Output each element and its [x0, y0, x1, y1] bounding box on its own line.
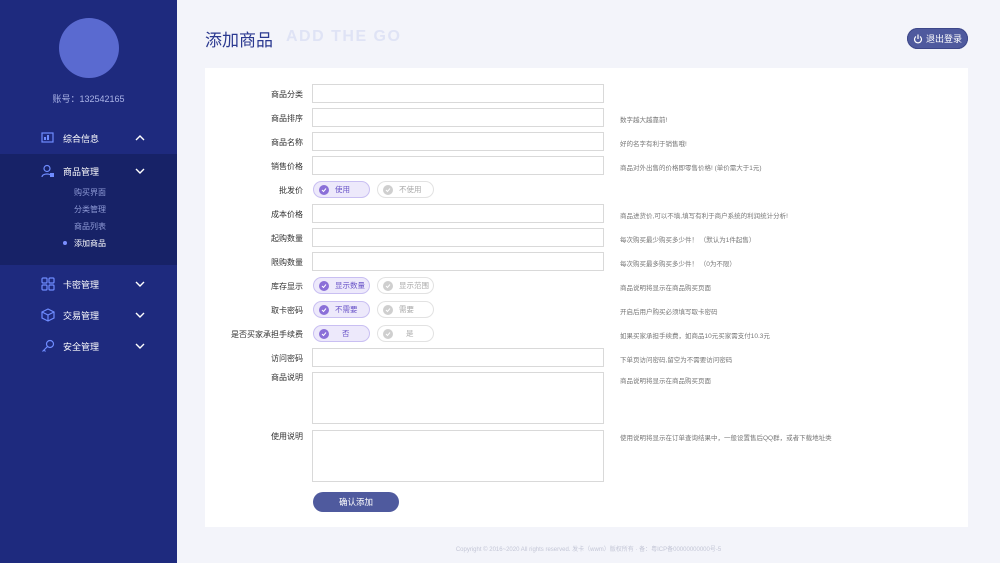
- toggle-label: 显示数量: [335, 281, 365, 290]
- menu-label: 卡密管理: [63, 280, 100, 290]
- menu-label: 综合信息: [63, 134, 100, 144]
- name-input[interactable]: [312, 132, 604, 151]
- hint-buyer-fee: 如果买家承担手续费，如商品10元买家需支付10.3元: [620, 333, 770, 340]
- hint-cost: 商品进货价,可以不填,填写有利于商户系统的利润统计分析!: [620, 213, 788, 220]
- category-field[interactable]: [312, 84, 604, 103]
- toggle-label: 否: [342, 329, 350, 338]
- check-icon: [383, 184, 393, 195]
- submenu-buy-page[interactable]: 购买界面: [74, 187, 106, 198]
- logout-button[interactable]: 退出登录: [907, 28, 968, 49]
- hint-card-password: 开启后用户购买必须填写取卡密码: [620, 309, 718, 316]
- sort-input[interactable]: [312, 108, 604, 127]
- price-input[interactable]: [312, 156, 604, 175]
- check-icon: [383, 280, 393, 291]
- card-password-not-needed-toggle[interactable]: 不需要: [313, 301, 370, 318]
- chevron-down-icon: [135, 312, 145, 318]
- submenu-category[interactable]: 分类管理: [74, 204, 106, 215]
- box-icon: [41, 308, 55, 322]
- submenu-add-goods[interactable]: 添加商品: [74, 238, 106, 249]
- stock-show-qty-toggle[interactable]: 显示数量: [313, 277, 370, 294]
- wholesale-use-toggle[interactable]: 使用: [313, 181, 370, 198]
- menu-label: 安全管理: [63, 342, 100, 352]
- toggle-label: 需要: [399, 305, 414, 314]
- toggle-label: 不需要: [335, 305, 358, 314]
- chevron-down-icon: [135, 343, 145, 349]
- hint-name: 好的名字有利于销售哦!: [620, 141, 687, 148]
- check-icon: [383, 328, 393, 339]
- buyer-fee-yes-toggle[interactable]: 是: [377, 325, 434, 342]
- label-usage: 使用说明: [271, 432, 303, 441]
- power-icon: [913, 34, 923, 43]
- chevron-down-icon: [135, 281, 145, 287]
- check-icon: [319, 280, 329, 291]
- label-stock: 库存显示: [271, 282, 303, 291]
- label-max-qty: 限购数量: [271, 258, 303, 267]
- access-password-input[interactable]: [312, 348, 604, 367]
- toggle-label: 使用: [335, 185, 350, 194]
- buyer-fee-no-toggle[interactable]: 否: [313, 325, 370, 342]
- max-qty-input[interactable]: [312, 252, 604, 271]
- sidebar: 账号：132542165 综合信息 商品管理 购买界面 分类管理 商品列表 添加…: [0, 0, 177, 563]
- hint-max-qty: 每次购买最多购买多少件！ （0为不限）: [620, 261, 736, 268]
- cost-input[interactable]: [312, 204, 604, 223]
- grid-icon: [41, 277, 55, 291]
- avatar[interactable]: [59, 18, 119, 78]
- dashboard-icon: [41, 132, 54, 143]
- check-icon: [383, 304, 393, 315]
- label-access-password: 访问密码: [271, 354, 303, 363]
- check-icon: [319, 184, 329, 195]
- label-wholesale: 批发价: [279, 186, 303, 195]
- hint-stock: 商品说明将显示在商品购买页面: [620, 285, 711, 292]
- menu-item-trade[interactable]: 交易管理: [0, 304, 177, 326]
- toggle-label: 不使用: [399, 185, 422, 194]
- page-title: 添加商品: [205, 31, 273, 50]
- hint-min-qty: 每次购买最少购买多少件！ （默认为1件起售）: [620, 237, 756, 244]
- active-dot: [63, 241, 67, 245]
- label-min-qty: 起购数量: [271, 234, 303, 243]
- chevron-down-icon: [135, 168, 145, 174]
- logout-label: 退出登录: [925, 34, 962, 44]
- menu-item-goods[interactable]: 商品管理: [0, 160, 177, 182]
- card-password-needed-toggle[interactable]: 需要: [377, 301, 434, 318]
- footer-copyright: Copyright © 2016~2020 All rights reserve…: [455, 547, 722, 553]
- label-card-password: 取卡密码: [271, 306, 303, 315]
- submenu-goods-list[interactable]: 商品列表: [74, 221, 106, 232]
- label-description: 商品说明: [271, 373, 303, 382]
- menu-item-cards[interactable]: 卡密管理: [0, 273, 177, 295]
- user-goods-icon: [41, 164, 54, 178]
- toggle-label: 是: [406, 329, 414, 338]
- confirm-add-button[interactable]: 确认添加: [313, 492, 399, 512]
- hint-sort: 数字越大越靠前!: [620, 117, 668, 124]
- description-textarea[interactable]: [312, 372, 604, 424]
- hint-usage: 使用说明将显示在订单查询结果中，一般设置售后QQ群，或者下载地址类: [620, 435, 832, 442]
- menu-label: 交易管理: [63, 311, 100, 321]
- account-label: 账号：132542165: [52, 94, 125, 104]
- chevron-up-icon: [135, 135, 145, 141]
- page-title-watermark: ADD THE GO: [286, 28, 402, 45]
- toggle-label: 显示范围: [399, 281, 429, 290]
- stock-show-range-toggle[interactable]: 显示范围: [377, 277, 434, 294]
- hint-description: 商品说明将显示在商品购买页面: [620, 378, 711, 385]
- label-price: 销售价格: [271, 162, 303, 171]
- usage-textarea[interactable]: [312, 430, 604, 482]
- check-icon: [319, 304, 329, 315]
- menu-label: 商品管理: [63, 167, 100, 177]
- label-cost: 成本价格: [271, 210, 303, 219]
- hint-price: 商品对外出售的价格即零售价格! (单价需大于1元): [620, 165, 762, 172]
- label-sort: 商品排序: [271, 114, 303, 123]
- label-name: 商品名称: [271, 138, 303, 147]
- wholesale-not-use-toggle[interactable]: 不使用: [377, 181, 434, 198]
- menu-item-security[interactable]: 安全管理: [0, 335, 177, 357]
- check-icon: [319, 328, 329, 339]
- min-qty-input[interactable]: [312, 228, 604, 247]
- menu-item-overview[interactable]: 综合信息: [0, 127, 177, 149]
- hint-access-password: 下单页访问密码,留空为不需要访问密码: [620, 357, 733, 364]
- label-category: 商品分类: [271, 90, 303, 99]
- key-icon: [42, 339, 55, 352]
- label-buyer-fee: 是否买家承担手续费: [231, 330, 303, 339]
